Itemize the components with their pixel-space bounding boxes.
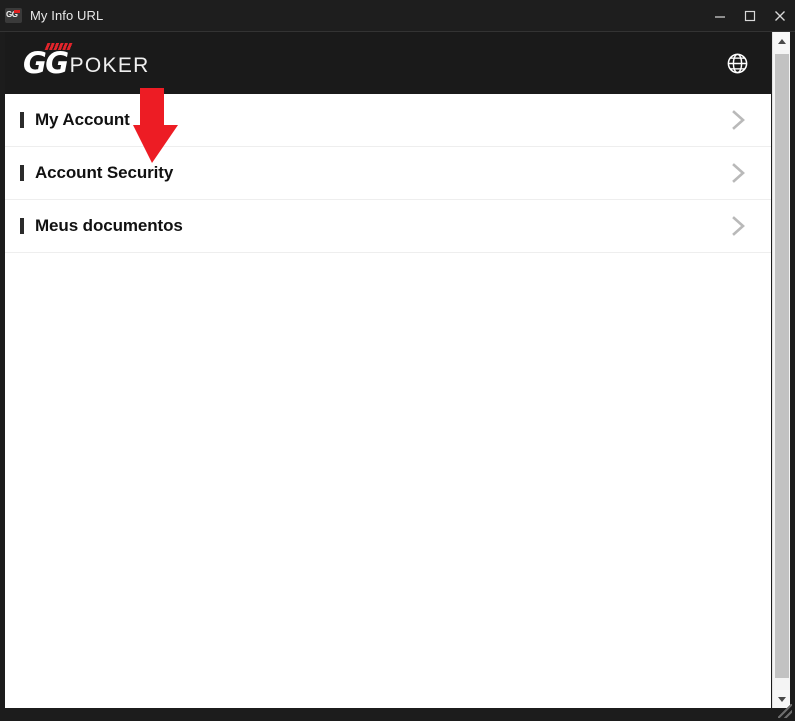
row-marker-icon bbox=[20, 112, 24, 128]
gg-app-icon: GG bbox=[5, 8, 22, 23]
logo-red-stripes bbox=[44, 42, 74, 50]
menu-row-account-security[interactable]: Account Security bbox=[5, 147, 771, 200]
logo-poker-word: POKER bbox=[69, 53, 150, 77]
menu-row-meus-documentos[interactable]: Meus documentos bbox=[5, 200, 771, 253]
globe-icon[interactable] bbox=[725, 51, 749, 75]
menu-item-label: Meus documentos bbox=[35, 216, 183, 235]
resize-grip[interactable] bbox=[778, 704, 792, 718]
menu-row-my-account[interactable]: My Account bbox=[5, 94, 771, 147]
chevron-right-icon bbox=[730, 107, 747, 133]
app-icon-streak bbox=[14, 10, 20, 13]
close-button[interactable] bbox=[765, 0, 795, 32]
vertical-scrollbar[interactable] bbox=[772, 32, 790, 708]
maximize-button[interactable] bbox=[735, 0, 765, 32]
menu-item-label: My Account bbox=[35, 110, 130, 129]
minimize-button[interactable] bbox=[705, 0, 735, 32]
menu-item-label: Account Security bbox=[35, 163, 174, 182]
account-menu-list: My Account Account Security Meus documen… bbox=[5, 94, 771, 253]
row-marker-icon bbox=[20, 218, 24, 234]
window-title: My Info URL bbox=[30, 8, 104, 23]
chevron-right-icon bbox=[730, 160, 747, 186]
page-content: GG POKER My Account Account Security Meu… bbox=[5, 32, 771, 708]
ggpoker-logo: GG POKER bbox=[23, 42, 150, 80]
title-bar: GG My Info URL bbox=[0, 0, 795, 32]
app-window: GG My Info URL GG POKER My Account Accou… bbox=[0, 0, 795, 721]
window-controls bbox=[705, 0, 795, 32]
chevron-right-icon bbox=[730, 213, 747, 239]
brand-header: GG POKER bbox=[5, 32, 771, 94]
scrollbar-thumb[interactable] bbox=[775, 54, 789, 678]
row-marker-icon bbox=[20, 165, 24, 181]
scroll-up-arrow-icon[interactable] bbox=[773, 32, 790, 50]
logo-gg-mark: GG bbox=[23, 45, 69, 80]
